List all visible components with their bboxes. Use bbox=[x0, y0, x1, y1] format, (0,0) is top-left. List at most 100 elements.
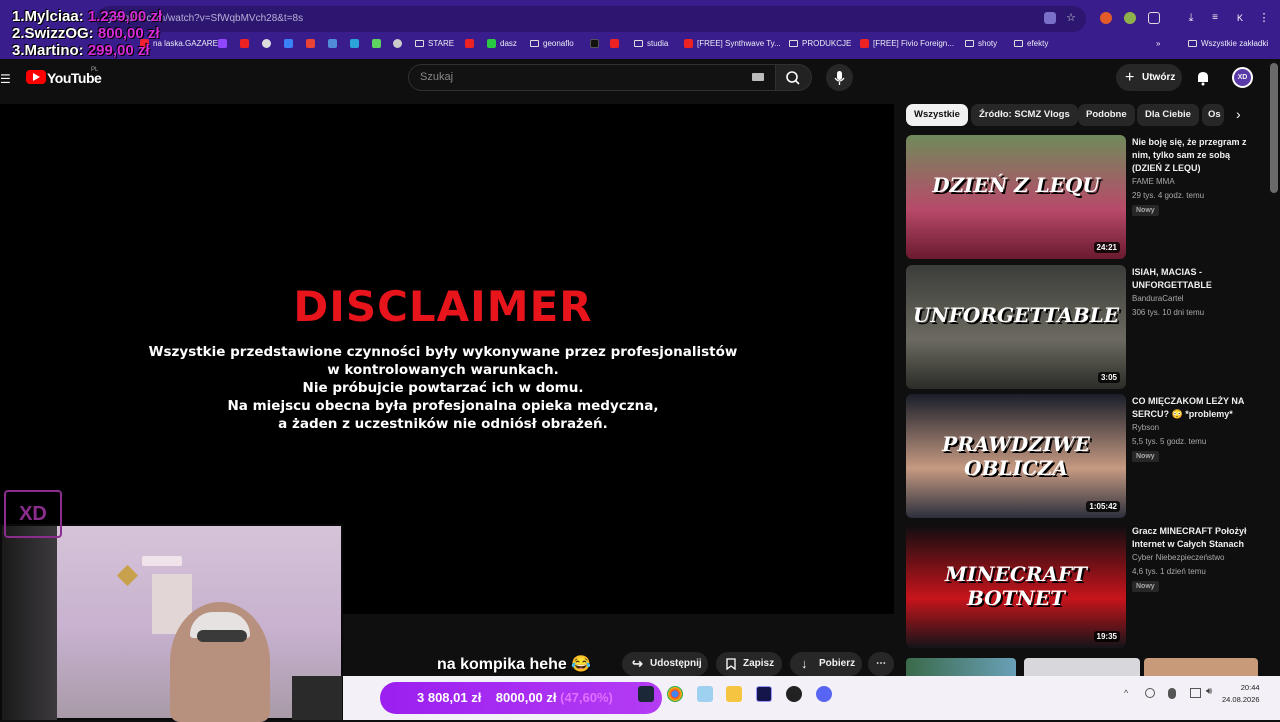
recommendation-title[interactable]: ISIAH, MACIAS - UNFORGETTABLE bbox=[1132, 266, 1262, 292]
video-duration: 3:05 bbox=[1097, 372, 1120, 383]
recommendation-thumbnail[interactable]: MINECRAFT BOTNET 19:35 bbox=[906, 524, 1126, 648]
hamburger-menu-icon[interactable]: ☰ bbox=[0, 72, 11, 86]
recommendation-thumbnail[interactable] bbox=[1024, 658, 1140, 676]
bookmark-folder[interactable]: shoty bbox=[965, 39, 997, 48]
thumbnail-text: UNFORGETTABLE bbox=[913, 303, 1119, 327]
recommendation-meta: 4,6 tys. 1 dzień temu bbox=[1132, 567, 1206, 576]
chip-more[interactable]: Os bbox=[1202, 104, 1224, 126]
leaderboard-entry: 1.Mylciaa: 1.239,00 zł bbox=[12, 8, 163, 25]
account-avatar[interactable]: XD bbox=[1232, 67, 1253, 88]
network-icon[interactable] bbox=[1190, 688, 1201, 698]
app-icon[interactable] bbox=[372, 39, 381, 48]
bookmark-folder[interactable]: efekty bbox=[1014, 39, 1048, 48]
app-icon[interactable] bbox=[350, 39, 359, 48]
share-button[interactable]: ↪ Udostępnij bbox=[622, 652, 708, 676]
recommendation-thumbnail[interactable] bbox=[1144, 658, 1258, 676]
recommendation-channel[interactable]: BanduraCartel bbox=[1132, 294, 1184, 303]
youtube-icon[interactable] bbox=[610, 39, 619, 48]
upload-age: 10 dni temu bbox=[1162, 308, 1205, 317]
bookmarks-overflow-icon[interactable]: » bbox=[1156, 39, 1160, 48]
create-button[interactable]: + Utwórz bbox=[1116, 64, 1182, 91]
recommendation-thumbnail[interactable]: DZIEŃ Z LEQU 24:21 bbox=[906, 135, 1126, 259]
browser-menu-icon[interactable]: ⋮ bbox=[1258, 12, 1270, 24]
disclaimer-line: Na miejscu obecna była profesjonalna opi… bbox=[227, 398, 659, 414]
all-bookmarks[interactable]: Wszystkie zakładki bbox=[1188, 39, 1268, 48]
share-icon: ↪ bbox=[632, 656, 643, 671]
bookmark-item[interactable] bbox=[465, 39, 474, 48]
page-scrollbar[interactable] bbox=[1270, 63, 1278, 193]
mic-tray-icon[interactable] bbox=[1168, 688, 1176, 699]
bookmark-item[interactable]: dasz bbox=[487, 39, 517, 48]
profile-avatar[interactable]: K bbox=[1234, 12, 1246, 24]
bookmark-folder[interactable]: STARE bbox=[415, 39, 454, 48]
app-icon[interactable] bbox=[393, 39, 402, 48]
recommendation-title[interactable]: CO MIĘCZAKOM LEŻY NA SERCU? 😳 *problemy* bbox=[1132, 395, 1262, 421]
chip-from-channel[interactable]: Źródło: SCMZ Vlogs bbox=[971, 104, 1078, 126]
stream-subtitle: na kompika hehe 😂 bbox=[437, 656, 592, 673]
kick-icon bbox=[487, 39, 496, 48]
address-bar[interactable]: youtube.com/watch?v=SfWqbMVch28&t=8s bbox=[96, 6, 1086, 32]
recommendation-thumbnail[interactable] bbox=[906, 658, 1016, 676]
notifications-bell-icon[interactable] bbox=[1194, 69, 1212, 87]
discord-icon[interactable] bbox=[816, 686, 832, 702]
bookmark-item[interactable]: [FREE] Fivio Foreign... bbox=[860, 39, 954, 48]
folder-icon bbox=[530, 40, 539, 47]
chip-all[interactable]: Wszystkie bbox=[906, 104, 968, 126]
tray-chevron-icon[interactable]: ^ bbox=[1124, 688, 1128, 698]
chip-for-you[interactable]: Dla Ciebie bbox=[1137, 104, 1199, 126]
cast-icon[interactable] bbox=[1044, 12, 1056, 24]
search-button[interactable] bbox=[776, 64, 812, 91]
file-explorer-icon[interactable] bbox=[726, 686, 742, 702]
recommendation-channel[interactable]: FAME MMA bbox=[1132, 177, 1175, 186]
recommendation-thumbnail[interactable]: PRAWDZIWE OBLICZA 1:05:42 bbox=[906, 394, 1126, 518]
tray-icon[interactable] bbox=[1145, 688, 1155, 698]
app-icon[interactable] bbox=[328, 39, 337, 48]
app-icon[interactable] bbox=[697, 686, 713, 702]
folder-icon bbox=[415, 40, 424, 47]
extension-icon[interactable] bbox=[1124, 12, 1136, 24]
chrome-icon[interactable] bbox=[667, 686, 683, 702]
media-icon[interactable]: ≡ bbox=[1209, 12, 1221, 24]
bookmark-folder[interactable]: geonaflo bbox=[530, 39, 574, 48]
save-button[interactable]: Zapisz bbox=[716, 652, 782, 676]
recommendation-thumbnail[interactable]: UNFORGETTABLE 3:05 bbox=[906, 265, 1126, 389]
download-button[interactable]: ↓ Pobierz bbox=[790, 652, 862, 676]
steam-icon[interactable] bbox=[638, 686, 654, 702]
bookmark-folder[interactable]: PRODUKCJE bbox=[789, 39, 851, 48]
chrome-icon[interactable] bbox=[262, 39, 271, 48]
youtube-icon[interactable] bbox=[240, 39, 249, 48]
twitch-icon[interactable] bbox=[218, 39, 227, 48]
voice-search-button[interactable] bbox=[826, 64, 853, 91]
premiere-icon[interactable] bbox=[756, 686, 772, 702]
play-icon bbox=[33, 73, 40, 81]
chip-related[interactable]: Podobne bbox=[1078, 104, 1135, 126]
folder-icon bbox=[965, 40, 974, 47]
donation-goal-bar: 3 808,01 zł 8000,00 zł (47,60%) bbox=[380, 682, 662, 714]
keyboard-icon[interactable] bbox=[752, 73, 764, 81]
download-icon[interactable]: ⤓ bbox=[1185, 12, 1197, 24]
more-actions-button[interactable]: ⋯ bbox=[868, 652, 894, 676]
star-icon[interactable]: ☆ bbox=[1065, 12, 1077, 24]
upload-age: 5 godz. temu bbox=[1160, 437, 1207, 446]
app-icon[interactable] bbox=[590, 39, 599, 48]
disclaimer-line: Nie próbujcie powtarzać ich w domu. bbox=[302, 380, 584, 396]
gmail-icon[interactable] bbox=[306, 39, 315, 48]
volume-icon[interactable]: 🔊︎ bbox=[1206, 686, 1212, 697]
extensions-puzzle-icon[interactable] bbox=[1148, 12, 1160, 24]
search-icon bbox=[786, 71, 800, 85]
extension-icon[interactable] bbox=[1100, 12, 1112, 24]
clock[interactable]: 20:44 24.08.2026 bbox=[1222, 682, 1260, 706]
app-icon[interactable] bbox=[786, 686, 802, 702]
bookmark-folder[interactable]: studia bbox=[634, 39, 668, 48]
chevron-right-icon[interactable]: › bbox=[1236, 106, 1241, 122]
webcam-feed bbox=[0, 524, 343, 722]
recommendation-channel[interactable]: Cyber Niebezpieczeństwo bbox=[1132, 553, 1225, 562]
recommendation-title[interactable]: Nie boję się, że przegram z nim, tylko s… bbox=[1132, 136, 1262, 175]
recommendation-channel[interactable]: Rybson bbox=[1132, 423, 1159, 432]
video-duration: 1:05:42 bbox=[1086, 501, 1120, 512]
recommendation-title[interactable]: Gracz MINECRAFT Położył Internet w Całyc… bbox=[1132, 525, 1262, 551]
search-input[interactable]: Szukaj bbox=[408, 64, 776, 91]
thumbnail-text: DZIEŃ Z LEQU bbox=[932, 173, 1100, 197]
bookmark-item[interactable]: [FREE] Synthwave Ty... bbox=[684, 39, 781, 48]
app-icon[interactable] bbox=[284, 39, 293, 48]
